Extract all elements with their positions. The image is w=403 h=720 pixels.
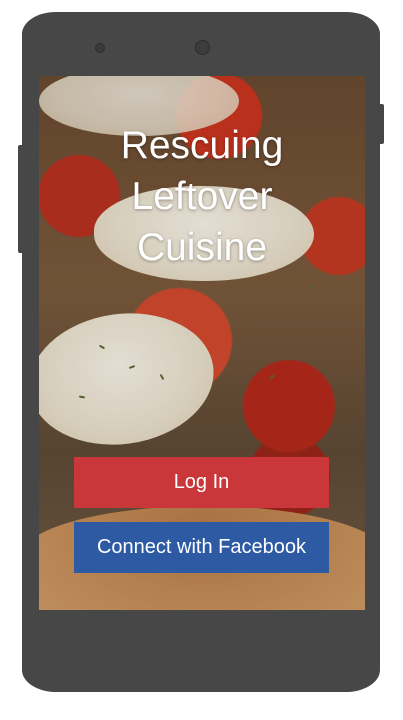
speaker-icon bbox=[95, 43, 105, 53]
connect-facebook-button-label: Connect with Facebook bbox=[96, 536, 306, 558]
app-screen: Rescuing Leftover Cuisine Log In Connect… bbox=[39, 76, 365, 610]
login-button[interactable]: Log In bbox=[74, 457, 329, 508]
connect-facebook-button[interactable]: Connect with Facebook bbox=[74, 522, 329, 573]
app-title: Rescuing Leftover Cuisine bbox=[39, 120, 365, 273]
app-title-line: Leftover bbox=[131, 175, 273, 218]
app-title-line: Rescuing bbox=[120, 124, 284, 167]
login-button-label: Log In bbox=[173, 471, 230, 493]
app-title-line: Cuisine bbox=[136, 226, 268, 269]
front-camera-icon bbox=[195, 40, 210, 55]
